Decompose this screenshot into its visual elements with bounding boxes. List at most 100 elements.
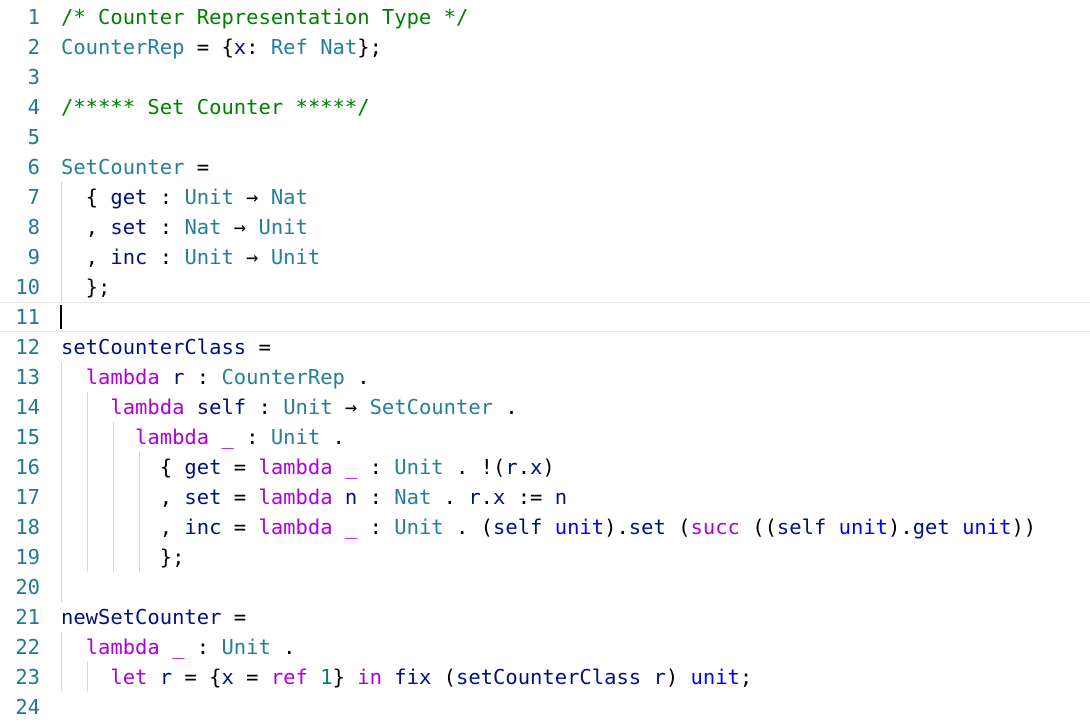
code-line[interactable]: 16 { get = lambda _ : Unit . !(r.x): [0, 452, 1090, 482]
line-number: 24: [15, 695, 40, 719]
code-line[interactable]: 14 lambda self : Unit → SetCounter .: [0, 392, 1090, 422]
code-token: →: [332, 395, 370, 419]
code-token: self: [196, 395, 247, 419]
code-line[interactable]: 20: [0, 572, 1090, 602]
code-line[interactable]: 1 /* Counter Representation Type */: [0, 2, 1090, 32]
code-token: r: [653, 665, 666, 689]
code-token: ).: [604, 515, 629, 539]
code-token: CounterRep: [61, 35, 185, 59]
code-token: ((: [739, 515, 777, 539]
code-text[interactable]: /***** Set Counter *****/: [61, 92, 1090, 122]
code-text[interactable]: lambda self : Unit → SetCounter .: [61, 392, 1090, 422]
code-token: ,: [61, 485, 185, 509]
code-token: Nat: [270, 185, 308, 209]
code-line[interactable]: 15 lambda _ : Unit .: [0, 422, 1090, 452]
code-text[interactable]: , set : Nat → Unit: [61, 212, 1090, 242]
code-token: }: [332, 665, 358, 689]
code-text[interactable]: lambda _ : Unit .: [61, 422, 1090, 452]
code-token: get: [912, 515, 950, 539]
code-token: lambda: [135, 425, 210, 449]
code-token: .: [344, 365, 370, 389]
code-text[interactable]: newSetCounter =: [61, 602, 1090, 632]
line-number: 11: [15, 305, 40, 329]
code-line[interactable]: 7 { get : Unit → Nat: [0, 182, 1090, 212]
code-text[interactable]: , set = lambda n : Nat . r.x := n: [61, 482, 1090, 512]
code-token: x: [530, 455, 543, 479]
code-token: Unit: [258, 215, 308, 239]
code-token: .: [493, 395, 518, 419]
code-token: .: [320, 425, 345, 449]
line-number: 18: [15, 515, 40, 539]
code-text[interactable]: let r = {x = ref 1} in fix (setCounterCl…: [61, 662, 1090, 692]
code-line[interactable]: 5: [0, 122, 1090, 152]
code-line[interactable]: 12 setCounterClass =: [0, 332, 1090, 362]
code-token: . !(: [443, 455, 506, 479]
code-text[interactable]: setCounterClass =: [61, 332, 1090, 362]
line-number: 10: [15, 275, 40, 299]
code-line[interactable]: 8 , set : Nat → Unit: [0, 212, 1090, 242]
code-line[interactable]: 3: [0, 62, 1090, 92]
code-line[interactable]: 23 let r = {x = ref 1} in fix (setCounte…: [0, 662, 1090, 692]
code-line[interactable]: 13 lambda r : CounterRep .: [0, 362, 1090, 392]
code-text[interactable]: , inc = lambda _ : Unit . (self unit).se…: [61, 512, 1090, 542]
code-token: = {: [172, 665, 222, 689]
code-text[interactable]: { get = lambda _ : Unit . !(r.x): [61, 452, 1090, 482]
code-token: /* Counter Representation Type */: [61, 5, 469, 29]
code-token: unit: [554, 515, 605, 539]
code-token: };: [61, 275, 111, 299]
code-text[interactable]: };: [61, 272, 1090, 302]
code-token: lambda: [258, 515, 333, 539]
code-text[interactable]: , inc : Unit → Unit: [61, 242, 1090, 272]
code-text[interactable]: CounterRep = {x: Ref Nat};: [61, 32, 1090, 62]
code-token: {: [61, 455, 185, 479]
code-editor[interactable]: 1 /* Counter Representation Type */ 2 Count…: [0, 2, 1090, 728]
code-text[interactable]: SetCounter =: [61, 152, 1090, 182]
code-line[interactable]: 22 lambda _ : Unit .: [0, 632, 1090, 662]
code-line[interactable]: 11: [0, 302, 1090, 332]
code-token: .: [480, 485, 494, 509]
code-line[interactable]: 4 /***** Set Counter *****/: [0, 92, 1090, 122]
code-token: set: [110, 215, 148, 239]
code-line[interactable]: 10 };: [0, 272, 1090, 302]
code-text[interactable]: /* Counter Representation Type */: [61, 2, 1090, 32]
line-number: 5: [27, 125, 40, 149]
line-number: 12: [15, 335, 40, 359]
code-token: _: [172, 635, 185, 659]
code-token: Nat: [394, 485, 432, 509]
code-text[interactable]: { get : Unit → Nat: [61, 182, 1090, 212]
code-line[interactable]: 2 CounterRep = {x: Ref Nat};: [0, 32, 1090, 62]
code-token: get: [110, 185, 148, 209]
code-token: self: [776, 515, 827, 539]
code-line[interactable]: 21 newSetCounter =: [0, 602, 1090, 632]
code-token: Ref Nat: [270, 35, 358, 59]
text-cursor: [60, 305, 62, 329]
code-line[interactable]: 9 , inc : Unit → Unit: [0, 242, 1090, 272]
line-number: 15: [15, 425, 40, 449]
code-token: →: [221, 215, 259, 239]
code-text[interactable]: lambda _ : Unit .: [61, 632, 1090, 662]
code-token: Unit: [394, 455, 444, 479]
code-token: ;: [739, 665, 753, 689]
code-token: =: [221, 455, 259, 479]
code-line[interactable]: 17 , set = lambda n : Nat . r.x := n: [0, 482, 1090, 512]
code-text[interactable]: };: [61, 542, 1090, 572]
code-token: )): [1011, 515, 1037, 539]
code-token: lambda: [110, 395, 185, 419]
code-token: inc: [184, 515, 222, 539]
code-text[interactable]: lambda r : CounterRep .: [61, 362, 1090, 392]
code-line[interactable]: 6 SetCounter =: [0, 152, 1090, 182]
code-token: (: [431, 665, 456, 689]
code-token: Unit: [394, 515, 444, 539]
code-line[interactable]: 19 };: [0, 542, 1090, 572]
code-token: =: [221, 605, 247, 629]
code-line[interactable]: 18 , inc = lambda _ : Unit . (self unit)…: [0, 512, 1090, 542]
code-token: r: [468, 485, 481, 509]
code-token: Nat: [184, 215, 222, 239]
code-token: _: [344, 515, 358, 539]
code-line[interactable]: 24: [0, 692, 1090, 722]
